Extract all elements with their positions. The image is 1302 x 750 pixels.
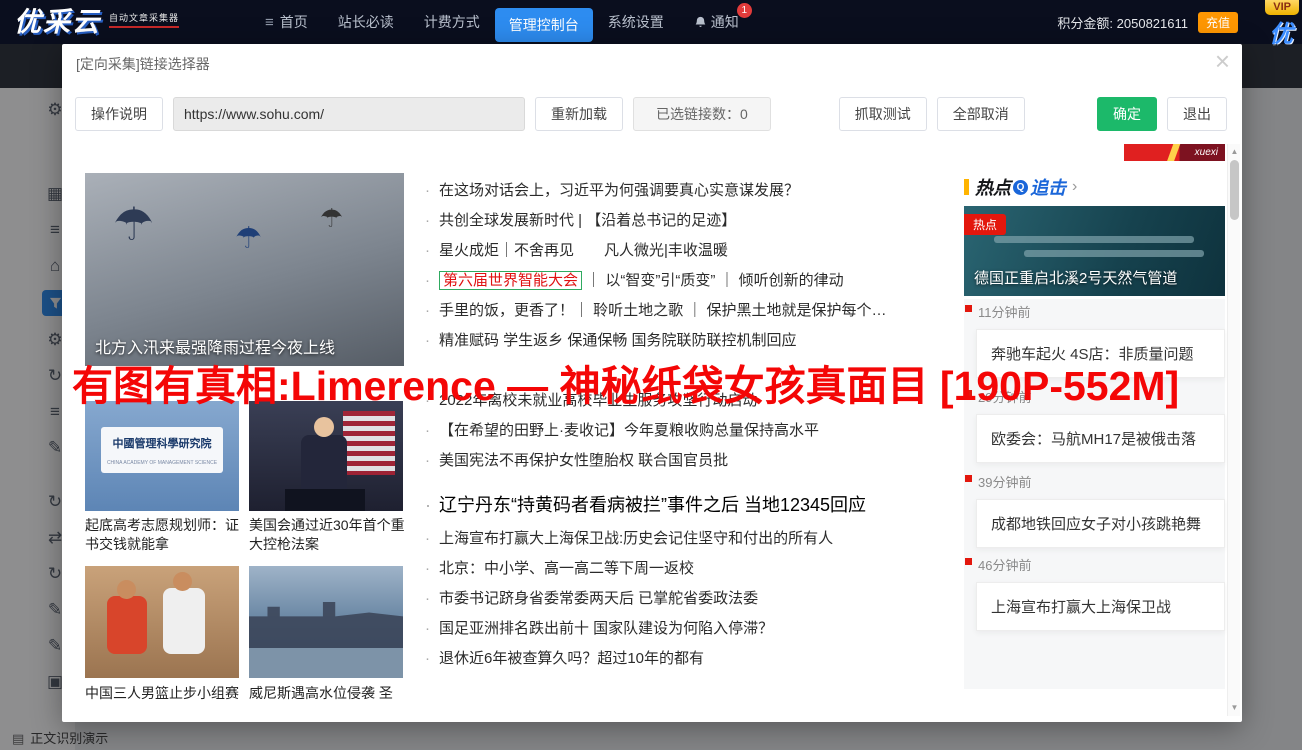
url-input[interactable] (173, 97, 525, 131)
news-link[interactable]: 市委书记跻身省委常委两天后 已掌舵省委政法委 (423, 584, 968, 614)
umbrella-icon: ☂ (113, 197, 154, 251)
scrollbar-thumb[interactable] (1230, 160, 1239, 220)
recharge-button[interactable]: 充值 (1198, 12, 1238, 33)
news-link[interactable]: 国足亚洲排名跌出前十 国家队建设为何陷入停滞？ (423, 614, 968, 644)
news-photo-venice[interactable] (249, 566, 403, 678)
hot-main-story[interactable]: 热点 德国正重启北溪2号天然气管道 (964, 206, 1225, 296)
content-scrollbar[interactable]: ▲ ▼ (1227, 144, 1240, 716)
news-link[interactable]: 退休近6年被查算久吗？超过10年的都有 (423, 644, 968, 674)
main-news-photo[interactable]: ☂ ☂ ☂ 北方入汛来最强降雨过程今夜上线 (85, 173, 404, 366)
news-card-caption[interactable]: 美国会通过近30年首个重大控枪法案 (249, 516, 405, 554)
selected-link-highlight[interactable]: 第六届世界智能大会 (439, 271, 582, 290)
hot-item-time: 46分钟前 (964, 555, 1225, 574)
nav-item-billing[interactable]: 计费方式 (409, 0, 495, 44)
help-button[interactable]: 操作说明 (75, 97, 163, 131)
webpage-frame: xuexi ☂ ☂ ☂ 北方入汛来最强降雨过程今夜上线 在这场对话会上，习近平为… (75, 144, 1227, 716)
news-link[interactable]: 手里的饭，更香了！｜ 聆听土地之歌 ｜ 保护黑土地就是保护每个… (423, 296, 968, 326)
news-link[interactable]: 上海宣布打赢大上海保卫战:历史会记住坚守和付出的所有人 (423, 524, 968, 554)
modal-title: [定向采集]链接选择器 (76, 52, 210, 76)
nav-item-must-read[interactable]: 站长必读 (323, 0, 409, 44)
promo-banner[interactable]: xuexi (1124, 144, 1225, 161)
exit-button[interactable]: 退出 (1167, 97, 1227, 131)
news-link[interactable]: 在这场对话会上，习近平为何强调要真心实意谋发展？ (423, 176, 968, 206)
umbrella-icon: ☂ (320, 203, 343, 234)
menu-icon: ≡ (265, 14, 274, 31)
vip-badge: VIP (1265, 0, 1299, 15)
close-icon[interactable]: × (1215, 46, 1230, 76)
news-card-caption[interactable]: 起底高考志愿规划师：证书交钱就能拿 (85, 516, 241, 554)
chase-icon: Q (1013, 180, 1028, 195)
hot-main-title: 德国正重启北溪2号天然气管道 (974, 267, 1177, 288)
grab-test-button[interactable]: 抓取测试 (839, 97, 927, 131)
more-arrow-icon: › (1072, 178, 1077, 196)
news-card-caption[interactable]: 中国三人男篮止步小组赛 (85, 684, 241, 703)
news-link-selected[interactable]: 第六届世界智能大会 ｜ 以“智变”引“质变” ｜ 倾听创新的律动 (423, 266, 968, 296)
hot-item: 46分钟前 上海宣布打赢大上海保卫战 (964, 555, 1225, 631)
bell-icon (694, 2, 707, 46)
news-link[interactable]: 共创全球发展新时代 | 【沿着总书记的足迹】 (423, 206, 968, 236)
logo-text: 优采云 (14, 2, 101, 42)
nav-item-settings[interactable]: 系统设置 (593, 0, 679, 44)
logo-subtitle: 自动文章采集器 (109, 11, 179, 28)
hot-section-header[interactable]: 热点 Q 追击 › (964, 175, 1077, 199)
credits-amount: 积分金额: 2050821611 (1057, 13, 1188, 32)
nav-item-home[interactable]: ≡首页 (250, 0, 323, 44)
news-list: 在这场对话会上，习近平为何强调要真心实意谋发展？ 共创全球发展新时代 | 【沿着… (423, 176, 968, 674)
notification-badge: 1 (737, 3, 752, 18)
news-card-caption[interactable]: 威尼斯遇高水位侵袭 圣 (249, 684, 405, 703)
app-logo[interactable]: 优采云 自动文章采集器 (14, 2, 250, 42)
hot-item-time: 11分钟前 (964, 302, 1225, 321)
news-link[interactable]: 【在希望的田野上·麦收记】今年夏粮收购总量保持高水平 (423, 416, 968, 446)
umbrella-icon: ☂ (235, 221, 262, 256)
accent-bar (964, 179, 969, 195)
news-photo-basketball[interactable] (85, 566, 239, 678)
news-photo-academy[interactable]: 中國管理科學研究院CHINA ACADEMY OF MANAGEMENT SCI… (85, 401, 239, 511)
hot-item-card[interactable]: 成都地铁回应女子对小孩跳艳舞 (976, 499, 1225, 548)
cancel-all-button[interactable]: 全部取消 (937, 97, 1025, 131)
nav-item-notifications[interactable]: 通知 1 (679, 0, 754, 44)
reload-button[interactable]: 重新加载 (535, 97, 623, 131)
top-navbar: 优采云 自动文章采集器 ≡首页 站长必读 计费方式 管理控制台 系统设置 通知 … (0, 0, 1302, 44)
news-link[interactable]: 星火成炬｜不舍再见 凡人微光|丰收温暖 (423, 236, 968, 266)
news-link[interactable]: 北京：中小学、高一高二等下周一返校 (423, 554, 968, 584)
selected-links-count: 已选链接数：0 (633, 97, 771, 131)
hot-item-time: 39分钟前 (964, 472, 1225, 491)
watermark-text: 有图有真相:Limerence — 神秘纸袋女孩真面目 [190P-552M] (72, 352, 1179, 412)
hot-tag: 热点 (964, 214, 1006, 235)
news-photo-congress[interactable] (249, 401, 403, 511)
news-link-featured[interactable]: 辽宁丹东“持黄码者看病被拦”事件之后 当地12345回应 (423, 492, 968, 518)
scroll-up-icon[interactable]: ▲ (1228, 145, 1241, 158)
news-link[interactable]: 美国宪法不再保护女性堕胎权 联合国官员批 (423, 446, 968, 476)
modal-toolbar: 操作说明 重新加载 已选链接数：0 抓取测试 全部取消 确定 退出 (75, 96, 1229, 132)
hot-item: 39分钟前 成都地铁回应女子对小孩跳艳舞 (964, 472, 1225, 548)
hot-item-card[interactable]: 欧委会：马航MH17是被俄击落 (976, 414, 1225, 463)
scroll-down-icon[interactable]: ▼ (1228, 701, 1241, 714)
academy-sign: 中國管理科學研究院 (101, 435, 223, 451)
confirm-button[interactable]: 确定 (1097, 97, 1157, 131)
nav-item-console[interactable]: 管理控制台 (495, 8, 593, 42)
hot-item-card[interactable]: 上海宣布打赢大上海保卫战 (976, 582, 1225, 631)
